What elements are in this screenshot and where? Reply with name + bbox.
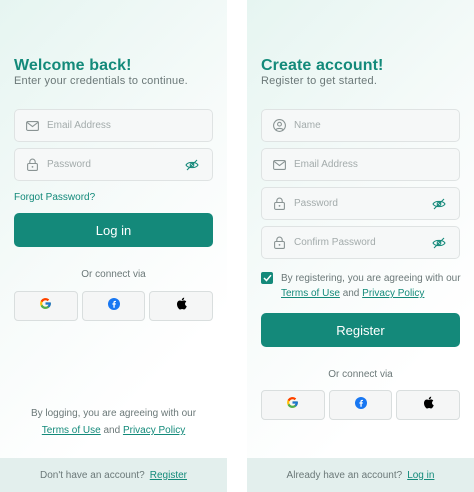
register-footer: Already have an account? Log in [247, 458, 474, 492]
eye-off-icon[interactable] [431, 236, 447, 250]
apple-icon [423, 396, 434, 414]
login-footer-text: Don't have an account? [39, 469, 145, 481]
login-terms-links: Terms of Use and Privacy Policy [0, 422, 227, 439]
google-icon [286, 396, 299, 414]
eye-off-icon[interactable] [184, 158, 200, 172]
facebook-icon [107, 297, 120, 315]
mail-icon [25, 119, 39, 133]
login-facebook-button[interactable] [81, 291, 146, 321]
login-google-button[interactable] [14, 291, 78, 321]
apple-icon [176, 297, 187, 315]
lock-icon [272, 197, 286, 211]
register-email-field[interactable] [261, 148, 460, 181]
login-panel: Welcome back! Enter your credentials to … [0, 0, 227, 492]
login-connect-label: Or connect via [81, 269, 146, 280]
login-password-field[interactable] [14, 148, 213, 181]
agree-text: By registering, you are agreeing with ou… [281, 273, 461, 284]
login-apple-button[interactable] [149, 291, 214, 321]
login-password-input[interactable] [47, 159, 184, 170]
register-password-field[interactable] [261, 187, 460, 220]
register-terms-and: and [342, 288, 360, 299]
login-terms: By logging, you are agreeing with our Te… [0, 405, 227, 439]
lock-icon [272, 236, 286, 250]
register-privacy-link[interactable]: Privacy Policy [362, 288, 424, 299]
register-google-button[interactable] [261, 390, 325, 420]
register-terms-link[interactable]: Terms of Use [281, 288, 340, 299]
register-agree: By registering, you are agreeing with ou… [261, 271, 466, 301]
register-name-input[interactable] [294, 120, 459, 131]
register-title: Create account! [261, 57, 384, 74]
register-connect-label: Or connect via [328, 369, 393, 380]
register-facebook-button[interactable] [328, 390, 393, 420]
google-icon [39, 297, 52, 315]
lock-icon [25, 158, 39, 172]
login-terms-and: and [103, 425, 121, 436]
login-terms-text: By logging, you are agreeing with our [30, 408, 197, 419]
login-footer: Don't have an account? Register [0, 458, 227, 492]
login-terms-link[interactable]: Terms of Use [42, 425, 101, 436]
register-social-row [261, 390, 461, 420]
register-confirm-input[interactable] [294, 237, 431, 248]
register-footer-text: Already have an account? [286, 469, 403, 481]
login-title: Welcome back! [14, 57, 132, 74]
login-privacy-link[interactable]: Privacy Policy [123, 425, 185, 436]
mail-icon [272, 158, 286, 172]
register-name-field[interactable] [261, 109, 460, 142]
register-email-input[interactable] [294, 159, 459, 170]
register-panel: Create account! Register to get started. [247, 0, 474, 492]
login-social-row [14, 291, 214, 321]
register-link[interactable]: Register [150, 470, 187, 481]
login-link[interactable]: Log in [407, 470, 434, 481]
login-email-input[interactable] [47, 120, 212, 131]
register-password-input[interactable] [294, 198, 431, 209]
register-confirm-field[interactable] [261, 226, 460, 259]
register-subtitle: Register to get started. [261, 75, 378, 87]
user-icon [272, 119, 286, 133]
eye-off-icon[interactable] [431, 197, 447, 211]
facebook-icon [354, 396, 367, 414]
register-apple-button[interactable] [396, 390, 461, 420]
login-email-field[interactable] [14, 109, 213, 142]
login-subtitle: Enter your credentials to continue. [14, 75, 188, 87]
check-icon [262, 274, 272, 282]
login-button[interactable]: Log in [14, 213, 213, 247]
agree-checkbox[interactable] [261, 272, 273, 284]
register-button[interactable]: Register [261, 313, 460, 347]
forgot-password-link[interactable]: Forgot Password? [14, 192, 95, 203]
